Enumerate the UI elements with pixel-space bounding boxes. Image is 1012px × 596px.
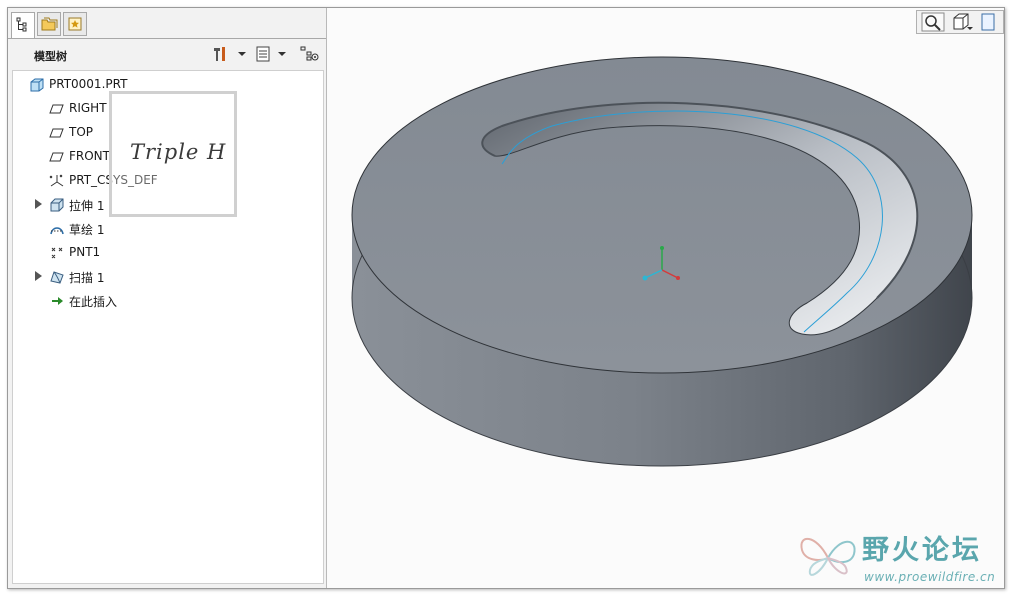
show-columns-icon[interactable] bbox=[254, 44, 290, 64]
watermark-text: Triple H bbox=[130, 140, 227, 164]
insert-here-icon bbox=[49, 293, 65, 309]
extrude-icon bbox=[49, 197, 65, 213]
tree-item[interactable]: 扫描 1 bbox=[35, 267, 309, 287]
folders-icon bbox=[41, 17, 58, 31]
datum-plane-icon bbox=[49, 149, 65, 165]
datum-plane-icon bbox=[49, 125, 65, 141]
tree-item-label: 拉伸 1 bbox=[69, 199, 105, 213]
datum-point-icon bbox=[49, 245, 65, 261]
forum-logo-url: www.proewildfire.cn bbox=[864, 570, 996, 584]
tree-item-label: FRONT bbox=[69, 149, 110, 163]
tree-item[interactable]: 草绘 1 bbox=[49, 219, 309, 239]
sketch-icon bbox=[49, 221, 65, 237]
tree-item-label: 草绘 1 bbox=[69, 223, 105, 237]
tree-item-label: PNT1 bbox=[69, 245, 101, 259]
expand-arrow-icon[interactable] bbox=[35, 271, 42, 281]
favorites-tab[interactable] bbox=[63, 12, 87, 36]
forum-logo-text: 野火论坛 bbox=[862, 535, 982, 566]
app-window: 模型树 PRT0001.PRT RIGHT TOP FRONT PRT_CSYS_DEF… bbox=[7, 7, 1005, 589]
tree-item-label: TOP bbox=[69, 125, 94, 139]
model-tree-header: 模型树 bbox=[8, 39, 326, 69]
csys-icon bbox=[49, 173, 65, 189]
navigator-panel: 模型树 PRT0001.PRT RIGHT TOP FRONT PRT_CSYS_DEF… bbox=[8, 8, 327, 588]
model-tree-tab[interactable] bbox=[11, 12, 35, 39]
settings-tools-icon[interactable] bbox=[210, 44, 250, 64]
tree-item-label: PRT0001.PRT bbox=[49, 77, 128, 91]
tree-item-label: 扫描 1 bbox=[69, 271, 105, 285]
tree-item-label: RIGHT bbox=[69, 101, 107, 115]
favorites-icon bbox=[68, 17, 82, 31]
graphics-window[interactable] bbox=[327, 8, 1004, 588]
sweep-icon bbox=[49, 269, 65, 285]
butterfly-logo-icon bbox=[800, 538, 856, 576]
tree-item[interactable]: PNT1 bbox=[49, 243, 309, 263]
tree-item-label: 在此插入 bbox=[69, 295, 118, 309]
datum-plane-icon bbox=[49, 101, 65, 117]
forum-logo: 野火论坛 www.proewildfire.cn bbox=[792, 526, 1002, 588]
tree-item[interactable]: 在此插入 bbox=[49, 291, 309, 311]
folder-browser-tab[interactable] bbox=[37, 12, 61, 36]
filter-display-icon[interactable] bbox=[298, 44, 322, 64]
expand-arrow-icon[interactable] bbox=[35, 199, 42, 209]
part-icon bbox=[29, 77, 45, 93]
model-tree-title: 模型树 bbox=[34, 50, 67, 63]
triple-h-watermark: Triple H bbox=[109, 91, 237, 217]
model-tree: PRT0001.PRT RIGHT TOP FRONT PRT_CSYS_DEF 拉伸 1… bbox=[12, 70, 324, 584]
tree-icon bbox=[16, 17, 27, 32]
model-view bbox=[351, 56, 973, 467]
